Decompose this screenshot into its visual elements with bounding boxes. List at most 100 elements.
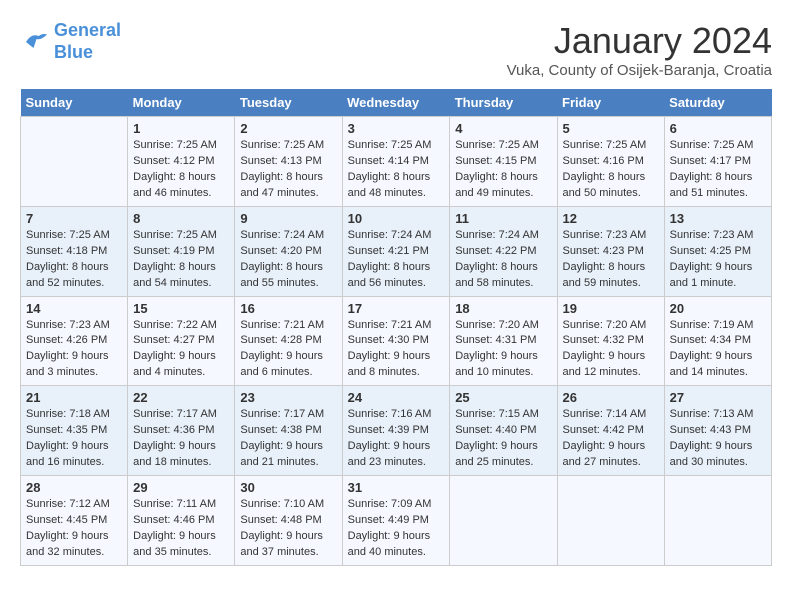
calendar-cell: 20 Sunrise: 7:19 AMSunset: 4:34 PMDayligh… bbox=[664, 296, 771, 386]
calendar-cell: 5 Sunrise: 7:25 AMSunset: 4:16 PMDaylight… bbox=[557, 117, 664, 207]
day-info: Sunrise: 7:25 AMSunset: 4:15 PMDaylight:… bbox=[455, 138, 551, 202]
calendar-cell: 21 Sunrise: 7:18 AMSunset: 4:35 PMDayligh… bbox=[21, 386, 128, 476]
day-info: Sunrise: 7:23 AMSunset: 4:23 PMDaylight:… bbox=[563, 228, 659, 292]
day-number: 17 bbox=[348, 301, 445, 316]
day-number: 18 bbox=[455, 301, 551, 316]
day-info: Sunrise: 7:24 AMSunset: 4:22 PMDaylight:… bbox=[455, 228, 551, 292]
weekday-header-row: SundayMondayTuesdayWednesdayThursdayFrid… bbox=[21, 89, 772, 117]
calendar-cell: 8 Sunrise: 7:25 AMSunset: 4:19 PMDaylight… bbox=[128, 206, 235, 296]
calendar-cell: 19Sunrise: 7:20 AMSunset: 4:32 PMDayligh… bbox=[557, 296, 664, 386]
logo: General Blue bbox=[20, 20, 121, 63]
calendar-cell: 2Sunrise: 7:25 AMSunset: 4:13 PMDaylight… bbox=[235, 117, 342, 207]
calendar-cell bbox=[450, 476, 557, 566]
day-number: 23 bbox=[240, 390, 336, 405]
day-number: 31 bbox=[348, 480, 445, 495]
page-header: General Blue January 2024 Vuka, County o… bbox=[20, 20, 772, 79]
calendar-cell: 15 Sunrise: 7:22 AMSunset: 4:27 PMDayligh… bbox=[128, 296, 235, 386]
day-number: 22 bbox=[133, 390, 229, 405]
calendar-cell: 28Sunrise: 7:12 AMSunset: 4:45 PMDayligh… bbox=[21, 476, 128, 566]
calendar-cell: 7Sunrise: 7:25 AMSunset: 4:18 PMDaylight… bbox=[21, 206, 128, 296]
calendar-cell: 10Sunrise: 7:24 AMSunset: 4:21 PMDayligh… bbox=[342, 206, 450, 296]
day-info: Sunrise: 7:25 AMSunset: 4:17 PMDaylight:… bbox=[670, 138, 766, 202]
logo-line2: Blue bbox=[54, 42, 93, 62]
calendar-cell: 3 Sunrise: 7:25 AMSunset: 4:14 PMDaylight… bbox=[342, 117, 450, 207]
calendar-cell bbox=[21, 117, 128, 207]
weekday-header-sunday: Sunday bbox=[21, 89, 128, 117]
calendar-cell: 30Sunrise: 7:10 AMSunset: 4:48 PMDayligh… bbox=[235, 476, 342, 566]
logo-line1: General bbox=[54, 20, 121, 40]
weekday-header-monday: Monday bbox=[128, 89, 235, 117]
calendar-cell: 31Sunrise: 7:09 AMSunset: 4:49 PMDayligh… bbox=[342, 476, 450, 566]
weekday-header-thursday: Thursday bbox=[450, 89, 557, 117]
calendar-cell: 24Sunrise: 7:16 AMSunset: 4:39 PMDayligh… bbox=[342, 386, 450, 476]
day-number: 29 bbox=[133, 480, 229, 495]
day-info: Sunrise: 7:21 AMSunset: 4:28 PMDaylight:… bbox=[240, 318, 336, 382]
day-number: 20 bbox=[670, 301, 766, 316]
day-number: 3 bbox=[348, 121, 445, 136]
calendar-cell: 26Sunrise: 7:14 AMSunset: 4:42 PMDayligh… bbox=[557, 386, 664, 476]
day-info: Sunrise: 7:23 AMSunset: 4:26 PMDaylight:… bbox=[26, 318, 122, 382]
calendar-week-row: 7Sunrise: 7:25 AMSunset: 4:18 PMDaylight… bbox=[21, 206, 772, 296]
day-number: 19 bbox=[563, 301, 659, 316]
day-info: Sunrise: 7:24 AMSunset: 4:20 PMDaylight:… bbox=[240, 228, 336, 292]
calendar-week-row: 14 Sunrise: 7:23 AMSunset: 4:26 PMDayligh… bbox=[21, 296, 772, 386]
day-info: Sunrise: 7:25 AMSunset: 4:16 PMDaylight:… bbox=[563, 138, 659, 202]
day-number: 27 bbox=[670, 390, 766, 405]
calendar-cell: 22 Sunrise: 7:17 AMSunset: 4:36 PMDayligh… bbox=[128, 386, 235, 476]
day-info: Sunrise: 7:25 AMSunset: 4:13 PMDaylight:… bbox=[240, 138, 336, 202]
calendar-cell: 11 Sunrise: 7:24 AMSunset: 4:22 PMDayligh… bbox=[450, 206, 557, 296]
day-info: Sunrise: 7:18 AMSunset: 4:35 PMDaylight:… bbox=[26, 407, 122, 471]
day-info: Sunrise: 7:21 AMSunset: 4:30 PMDaylight:… bbox=[348, 318, 445, 382]
logo-icon bbox=[20, 27, 50, 57]
calendar-cell: 16 Sunrise: 7:21 AMSunset: 4:28 PMDayligh… bbox=[235, 296, 342, 386]
day-info: Sunrise: 7:25 AMSunset: 4:12 PMDaylight:… bbox=[133, 138, 229, 202]
day-number: 21 bbox=[26, 390, 122, 405]
day-number: 14 bbox=[26, 301, 122, 316]
calendar-week-row: 1 Sunrise: 7:25 AMSunset: 4:12 PMDaylight… bbox=[21, 117, 772, 207]
day-info: Sunrise: 7:25 AMSunset: 4:14 PMDaylight:… bbox=[348, 138, 445, 202]
calendar-cell: 6 Sunrise: 7:25 AMSunset: 4:17 PMDaylight… bbox=[664, 117, 771, 207]
day-info: Sunrise: 7:22 AMSunset: 4:27 PMDaylight:… bbox=[133, 318, 229, 382]
calendar-cell: 13 Sunrise: 7:23 AMSunset: 4:25 PMDayligh… bbox=[664, 206, 771, 296]
day-info: Sunrise: 7:17 AMSunset: 4:38 PMDaylight:… bbox=[240, 407, 336, 471]
calendar-table: SundayMondayTuesdayWednesdayThursdayFrid… bbox=[20, 89, 772, 566]
location-subtitle: Vuka, County of Osijek-Baranja, Croatia bbox=[507, 62, 772, 79]
day-info: Sunrise: 7:25 AMSunset: 4:19 PMDaylight:… bbox=[133, 228, 229, 292]
day-info: Sunrise: 7:23 AMSunset: 4:25 PMDaylight:… bbox=[670, 228, 766, 292]
day-info: Sunrise: 7:19 AMSunset: 4:34 PMDaylight:… bbox=[670, 318, 766, 382]
day-number: 8 bbox=[133, 211, 229, 226]
day-number: 16 bbox=[240, 301, 336, 316]
day-number: 26 bbox=[563, 390, 659, 405]
title-area: January 2024 Vuka, County of Osijek-Bara… bbox=[507, 20, 772, 79]
month-title: January 2024 bbox=[507, 20, 772, 62]
calendar-cell: 1 Sunrise: 7:25 AMSunset: 4:12 PMDaylight… bbox=[128, 117, 235, 207]
calendar-cell: 25Sunrise: 7:15 AMSunset: 4:40 PMDayligh… bbox=[450, 386, 557, 476]
day-number: 12 bbox=[563, 211, 659, 226]
day-info: Sunrise: 7:13 AMSunset: 4:43 PMDaylight:… bbox=[670, 407, 766, 471]
day-number: 6 bbox=[670, 121, 766, 136]
day-number: 11 bbox=[455, 211, 551, 226]
day-number: 4 bbox=[455, 121, 551, 136]
day-number: 15 bbox=[133, 301, 229, 316]
day-info: Sunrise: 7:16 AMSunset: 4:39 PMDaylight:… bbox=[348, 407, 445, 471]
calendar-cell: 4 Sunrise: 7:25 AMSunset: 4:15 PMDaylight… bbox=[450, 117, 557, 207]
day-info: Sunrise: 7:11 AMSunset: 4:46 PMDaylight:… bbox=[133, 497, 229, 561]
calendar-week-row: 28Sunrise: 7:12 AMSunset: 4:45 PMDayligh… bbox=[21, 476, 772, 566]
calendar-cell bbox=[557, 476, 664, 566]
day-number: 5 bbox=[563, 121, 659, 136]
calendar-cell: 12 Sunrise: 7:23 AMSunset: 4:23 PMDayligh… bbox=[557, 206, 664, 296]
day-number: 13 bbox=[670, 211, 766, 226]
logo-text: General Blue bbox=[54, 20, 121, 63]
calendar-cell: 23 Sunrise: 7:17 AMSunset: 4:38 PMDayligh… bbox=[235, 386, 342, 476]
calendar-cell: 18Sunrise: 7:20 AMSunset: 4:31 PMDayligh… bbox=[450, 296, 557, 386]
day-number: 7 bbox=[26, 211, 122, 226]
day-number: 30 bbox=[240, 480, 336, 495]
calendar-week-row: 21 Sunrise: 7:18 AMSunset: 4:35 PMDayligh… bbox=[21, 386, 772, 476]
day-number: 1 bbox=[133, 121, 229, 136]
calendar-cell: 17 Sunrise: 7:21 AMSunset: 4:30 PMDayligh… bbox=[342, 296, 450, 386]
day-info: Sunrise: 7:15 AMSunset: 4:40 PMDaylight:… bbox=[455, 407, 551, 471]
calendar-cell: 29 Sunrise: 7:11 AMSunset: 4:46 PMDayligh… bbox=[128, 476, 235, 566]
day-info: Sunrise: 7:17 AMSunset: 4:36 PMDaylight:… bbox=[133, 407, 229, 471]
day-info: Sunrise: 7:12 AMSunset: 4:45 PMDaylight:… bbox=[26, 497, 122, 561]
weekday-header-friday: Friday bbox=[557, 89, 664, 117]
